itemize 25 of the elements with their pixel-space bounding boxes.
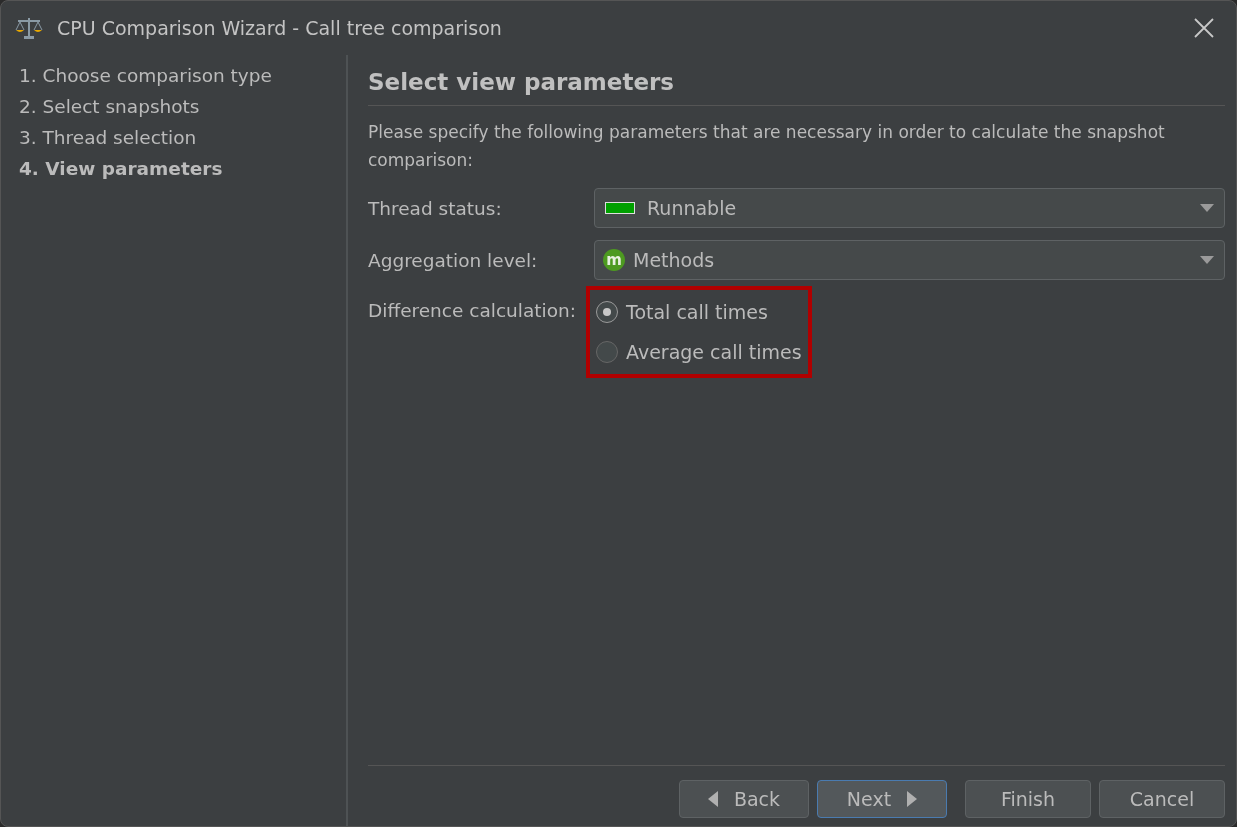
caret-icon	[1200, 256, 1214, 264]
thread-status-dropdown[interactable]: Runnable	[594, 188, 1225, 228]
field-label: Aggregation level:	[368, 249, 539, 271]
scales-icon	[15, 16, 43, 40]
caret-icon	[1200, 204, 1214, 212]
page-heading: Select view parameters	[368, 68, 676, 97]
close-icon[interactable]	[1194, 18, 1214, 38]
wizard-step: 4. View parameters	[19, 156, 346, 181]
wizard-step: 2. Select snapshots	[19, 94, 346, 119]
aggregation-level-dropdown[interactable]: m Methods	[594, 240, 1225, 280]
back-button[interactable]: Back	[679, 780, 809, 818]
wizard-step: 1. Choose comparison type	[19, 63, 346, 88]
field-label: Difference calculation:	[368, 300, 577, 321]
left-triangle-icon	[707, 791, 718, 807]
window-title: CPU Comparison Wizard - Call tree comparison	[57, 17, 503, 39]
dialog-button[interactable]: Cancel	[1099, 780, 1225, 818]
method-icon: m	[603, 249, 625, 271]
next-button[interactable]: Next	[817, 780, 947, 818]
dialog-button[interactable]: Finish	[965, 780, 1091, 818]
right-triangle-icon	[907, 791, 918, 807]
radio-option[interactable]: Average call times	[596, 332, 802, 372]
description-text: Please specify the following parameters that are necessary in order to calculate the snapshot comparison:	[368, 121, 1166, 172]
wizard-step: 3. Thread selection	[19, 125, 346, 150]
field-label: Thread status:	[368, 197, 503, 219]
radio-option[interactable]: Total call times	[596, 292, 802, 332]
